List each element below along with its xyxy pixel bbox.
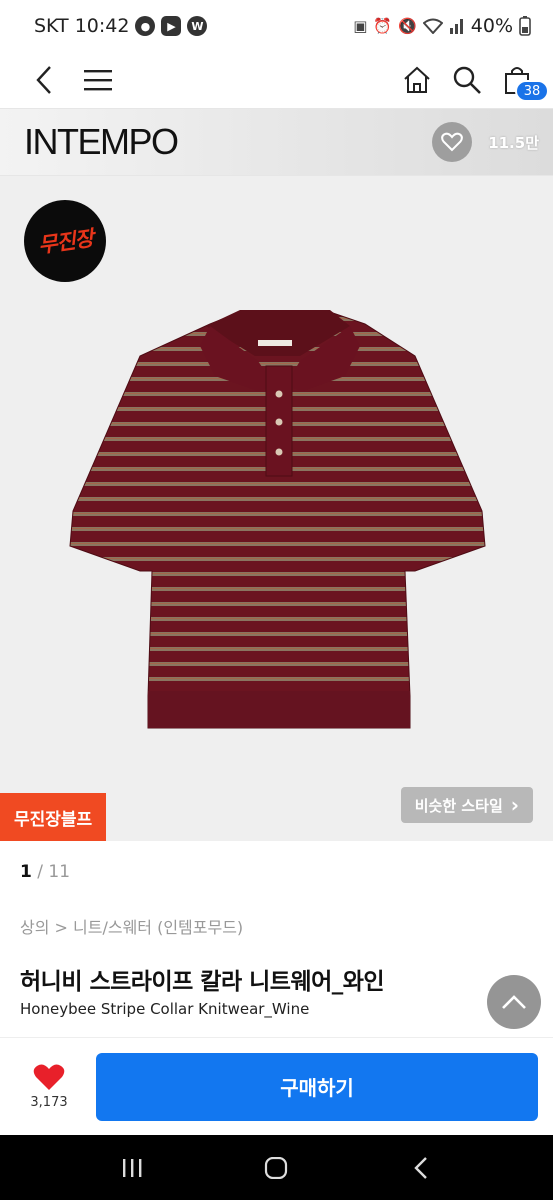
chat-icon: ● — [135, 16, 156, 36]
recent-apps-button[interactable] — [102, 1143, 162, 1193]
chevron-up-icon — [502, 995, 526, 1009]
header-left — [22, 58, 120, 102]
hamburger-icon — [84, 70, 112, 91]
menu-button[interactable] — [76, 58, 120, 102]
back-button[interactable] — [22, 58, 66, 102]
carrier-time: SKT 10:42 — [34, 15, 130, 37]
home-icon — [404, 66, 430, 93]
pager-separator: / — [31, 862, 49, 882]
status-right: ▣ ⏰ 🔇 40% — [353, 15, 531, 37]
recent-apps-icon — [123, 1158, 142, 1177]
cart-count-badge: 38 — [515, 80, 549, 102]
system-nav-bar — [0, 1135, 553, 1200]
similar-style-label: 비슷한 스타일 — [414, 796, 503, 815]
product-title-english: Honeybee Stripe Collar Knitwear_Wine — [20, 1000, 310, 1018]
brand-banner[interactable]: INTEMPO 11.5만 — [0, 108, 553, 176]
back-nav-button[interactable] — [391, 1143, 451, 1193]
promo-badge: 무진장블프 — [0, 793, 107, 841]
wishlist-button[interactable]: 3,173 — [18, 1063, 80, 1110]
search-icon — [453, 66, 481, 94]
shop-logo[interactable]: 무진장 — [24, 200, 106, 282]
similar-style-button[interactable]: 비슷한 스타일 › — [400, 787, 533, 823]
battery-percent: 40% — [470, 15, 513, 37]
chevron-right-icon: › — [510, 793, 519, 817]
breadcrumb[interactable]: 상의 > 니트/스웨터 (인템포무드) — [20, 914, 243, 938]
heart-outline-icon — [441, 132, 464, 152]
signal-icon — [449, 19, 463, 34]
image-pager: 1 / 11 — [20, 862, 70, 882]
back-icon — [36, 66, 51, 94]
wishlist-count: 3,173 — [30, 1095, 68, 1110]
shop-logo-text: 무진장 — [36, 226, 95, 258]
home-button[interactable] — [395, 58, 439, 102]
wifi-icon — [422, 18, 443, 34]
status-left: SKT 10:42 ● ▶ W — [34, 15, 208, 37]
bottom-action-bar: 3,173 구매하기 — [0, 1037, 553, 1135]
brand-like-count: 11.5만 — [488, 133, 539, 152]
brand-like-button[interactable] — [432, 122, 473, 162]
pager-current: 1 — [20, 862, 32, 882]
heart-filled-icon — [33, 1064, 65, 1090]
app-header: 38 — [0, 52, 553, 108]
scroll-to-top-button[interactable] — [487, 975, 541, 1029]
mute-icon: 🔇 — [398, 17, 417, 35]
home-circle-icon — [265, 1156, 288, 1179]
youtube-icon: ▶ — [161, 16, 182, 36]
alarm-icon: ⏰ — [373, 17, 393, 35]
header-right: 38 — [395, 58, 549, 102]
buy-button[interactable]: 구매하기 — [96, 1052, 538, 1121]
status-bar: SKT 10:42 ● ▶ W ▣ ⏰ 🔇 40% — [0, 0, 553, 52]
product-title: 허니비 스트라이프 칼라 니트웨어_와인 — [20, 969, 385, 995]
pager-total: 11 — [48, 862, 71, 882]
battery-icon — [519, 16, 531, 36]
home-nav-button[interactable] — [246, 1143, 306, 1193]
brand-like: 11.5만 — [432, 122, 539, 162]
brand-name[interactable]: INTEMPO — [24, 121, 179, 163]
w-icon: W — [187, 16, 208, 36]
product-image-carousel[interactable]: 무진장 무진장블프 비슷한 스타일 › — [0, 176, 553, 841]
cart-button[interactable]: 38 — [495, 58, 549, 102]
sync-icon: ▣ — [353, 17, 368, 35]
search-button[interactable] — [445, 58, 489, 102]
back-nav-icon — [414, 1156, 427, 1179]
